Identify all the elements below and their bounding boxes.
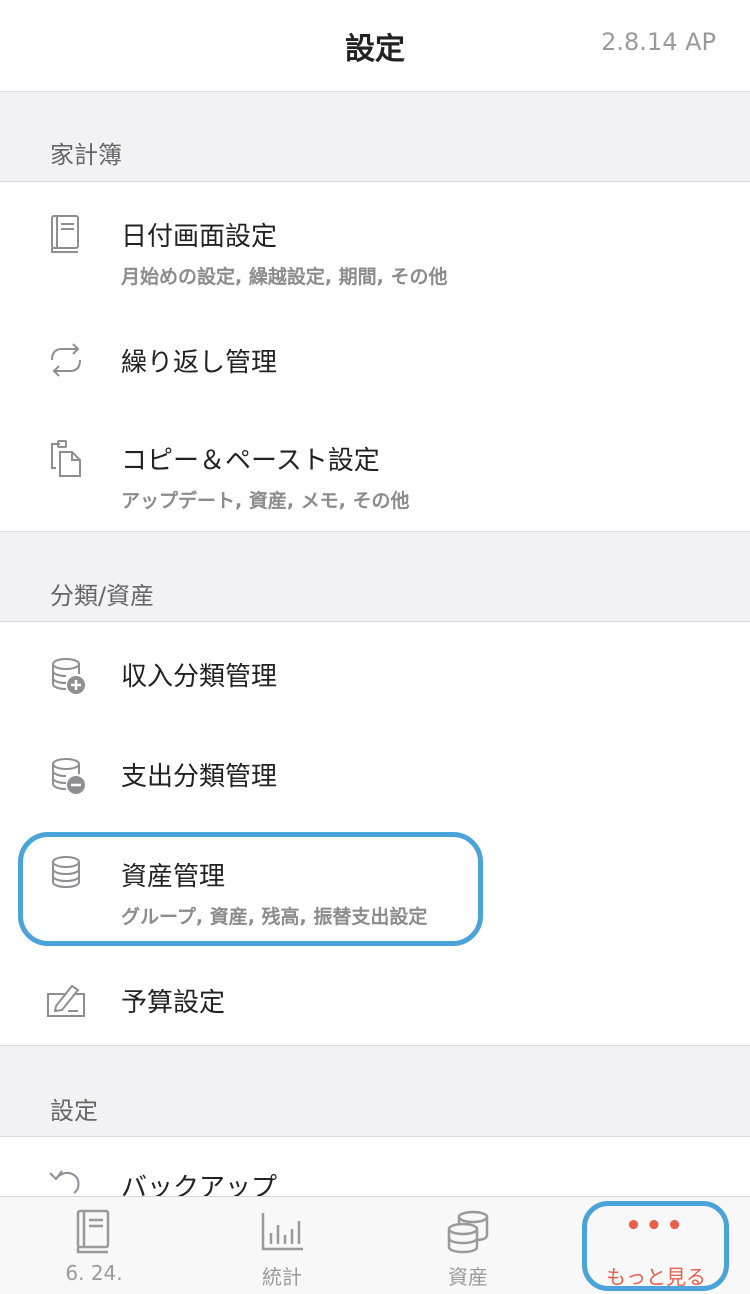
navigation-bar: 設定 2.8.14 AP xyxy=(0,0,750,92)
row-title: 支出分類管理 xyxy=(121,762,278,792)
tab-calendar[interactable]: 6. 24. xyxy=(0,1197,188,1294)
coins-minus-icon xyxy=(52,758,85,794)
pencil-icon xyxy=(47,984,85,1017)
row-income-category[interactable]: 収入分類管理 xyxy=(0,622,750,722)
repeat-icon xyxy=(51,343,81,377)
row-copy-paste-settings[interactable]: コピー＆ペースト設定 アップデート, 資産, メモ, その他 xyxy=(0,406,750,532)
section-label: 設定 xyxy=(50,1097,98,1125)
row-subtitle: アップデート, 資産, メモ, その他 xyxy=(121,490,410,512)
row-title: コピー＆ペースト設定 xyxy=(121,446,380,476)
coins-icon xyxy=(447,1210,489,1254)
row-expense-category[interactable]: 支出分類管理 xyxy=(0,722,750,822)
highlight-asset-management xyxy=(18,832,483,946)
tab-statistics[interactable]: 統計 xyxy=(188,1197,376,1294)
group-household: 日付画面設定 月始めの設定, 繰越設定, 期間, その他 繰り返し管理 コピー＆… xyxy=(0,182,750,532)
row-title: 収入分類管理 xyxy=(121,662,278,692)
row-budget-settings[interactable]: 予算設定 xyxy=(0,948,750,1046)
book-icon xyxy=(51,215,79,253)
section-label: 家計簿 xyxy=(50,141,122,169)
section-header-category-asset: 分類/資産 xyxy=(0,532,750,622)
bar-chart-icon xyxy=(261,1213,303,1251)
tab-assets[interactable]: 資産 xyxy=(374,1197,562,1294)
tab-label: 資産 xyxy=(448,1265,488,1289)
row-title: 予算設定 xyxy=(121,988,226,1018)
highlight-more-tab xyxy=(582,1201,729,1291)
tab-label: 統計 xyxy=(262,1265,302,1289)
section-header-household: 家計簿 xyxy=(0,93,750,182)
row-title: 繰り返し管理 xyxy=(121,348,278,378)
row-title: 日付画面設定 xyxy=(121,222,278,252)
clipboard-icon xyxy=(51,440,81,477)
book-icon xyxy=(76,1209,110,1254)
tab-label: 6. 24. xyxy=(65,1261,123,1285)
version-label: 2.8.14 AP xyxy=(601,28,716,56)
row-repeat-management[interactable]: 繰り返し管理 xyxy=(0,316,750,406)
section-label: 分類/資産 xyxy=(50,582,155,610)
coins-plus-icon xyxy=(52,658,85,694)
row-subtitle: 月始めの設定, 繰越設定, 期間, その他 xyxy=(121,266,448,288)
row-date-screen-settings[interactable]: 日付画面設定 月始めの設定, 繰越設定, 期間, その他 xyxy=(0,182,750,316)
section-header-settings: 設定 xyxy=(0,1047,750,1137)
